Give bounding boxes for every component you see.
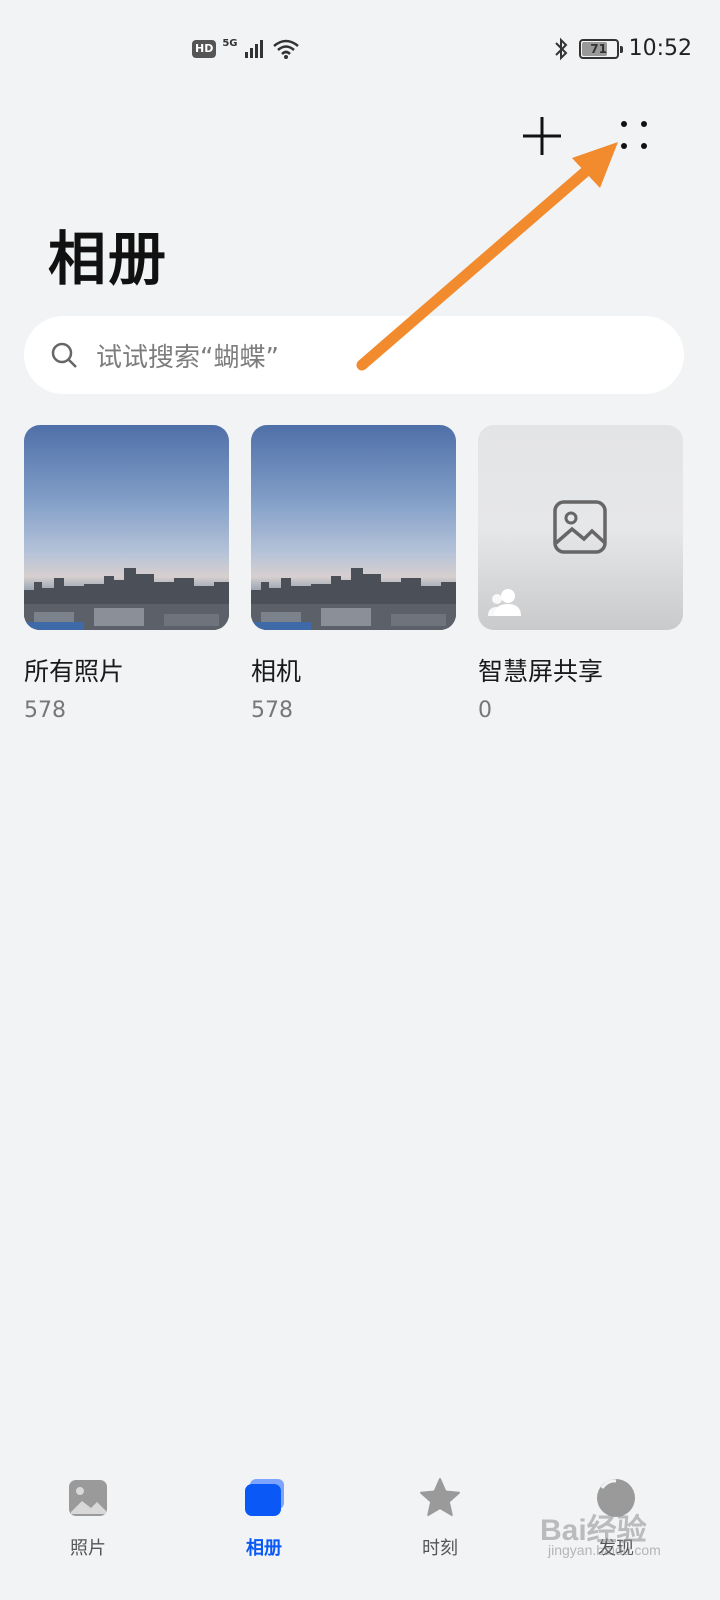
search-bar[interactable]: 试试搜索“蝴蝶” xyxy=(24,316,684,394)
bluetooth-icon xyxy=(554,37,568,60)
album-thumbnail xyxy=(24,425,229,630)
album-name: 相机 xyxy=(251,657,302,686)
nav-label: 时刻 xyxy=(422,1538,458,1559)
status-left: HD 5G xyxy=(192,38,300,60)
page-title: 相册 xyxy=(48,225,169,293)
nav-tab-photos[interactable]: 照片 xyxy=(28,1476,148,1560)
album-all-photos[interactable]: 所有照片 578 xyxy=(24,425,229,723)
album-name: 所有照片 xyxy=(24,657,125,686)
plus-icon xyxy=(523,117,561,155)
city-skyline-image xyxy=(24,568,229,630)
battery-nub xyxy=(619,45,623,53)
album-thumbnail xyxy=(478,425,683,630)
album-icon xyxy=(242,1476,286,1520)
search-placeholder: 试试搜索“蝴蝶” xyxy=(96,342,279,373)
battery-level: 71 xyxy=(590,41,607,56)
album-count: 0 xyxy=(478,698,492,723)
signal-icon xyxy=(244,40,263,58)
album-camera[interactable]: 相机 578 xyxy=(251,425,456,723)
wifi-icon xyxy=(272,39,299,59)
nav-label: 相册 xyxy=(246,1538,282,1559)
search-icon xyxy=(51,342,77,368)
battery-indicator: 71 xyxy=(578,38,623,59)
album-thumbnail xyxy=(251,425,456,630)
shared-users-icon xyxy=(488,589,521,616)
nav-tab-albums[interactable]: 相册 xyxy=(204,1476,324,1560)
more-options-button[interactable] xyxy=(612,114,656,158)
hd-badge: HD xyxy=(192,40,217,58)
watermark-url: jingyan.baidu.com xyxy=(548,1542,661,1558)
album-count: 578 xyxy=(24,698,66,723)
image-placeholder-icon xyxy=(553,500,607,554)
nav-label: 照片 xyxy=(70,1538,106,1559)
photo-icon xyxy=(66,1476,110,1520)
network-type: 5G xyxy=(222,38,238,49)
city-skyline-image xyxy=(251,568,456,630)
status-right: 71 10:52 xyxy=(553,36,692,61)
status-bar: HD 5G 71 10:52 xyxy=(0,0,720,100)
star-icon xyxy=(418,1476,462,1520)
more-dots-icon xyxy=(621,121,647,149)
clock: 10:52 xyxy=(628,36,692,61)
album-smart-screen-share[interactable]: 智慧屏共享 0 xyxy=(478,425,683,723)
nav-tab-moments[interactable]: 时刻 xyxy=(380,1476,500,1560)
album-count: 578 xyxy=(251,698,293,723)
add-album-button[interactable] xyxy=(520,114,564,158)
album-name: 智慧屏共享 xyxy=(478,657,604,686)
